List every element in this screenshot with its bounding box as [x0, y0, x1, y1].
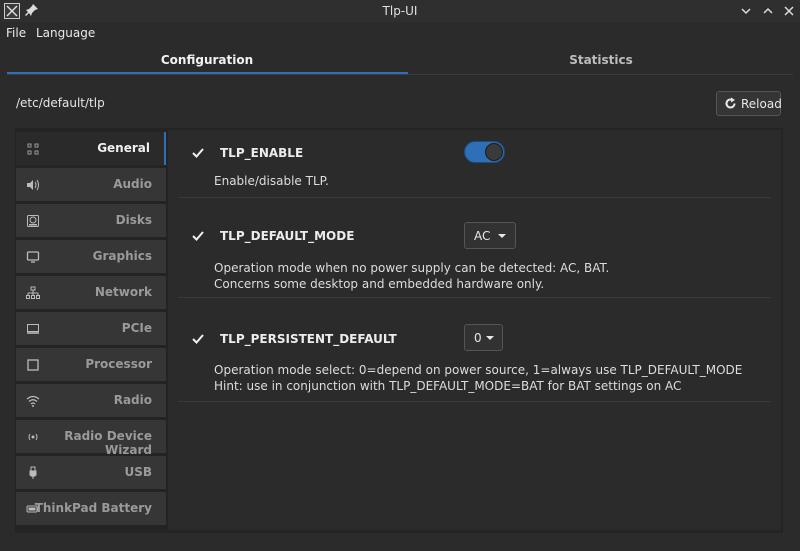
reload-icon	[725, 97, 736, 109]
sidebar-item-label: Disks	[115, 213, 152, 227]
sidebar-item-label: Audio	[113, 177, 152, 191]
setting-row-tlp-enable: TLP_ENABLE Enable/disable TLP.	[178, 130, 771, 198]
select-value: 0	[474, 331, 482, 345]
sidebar-item-general[interactable]: General	[16, 132, 166, 165]
sidebar-item-graphics[interactable]: Graphics	[16, 240, 166, 273]
description-line: Operation mode select: 0=depend on power…	[214, 363, 743, 377]
wifi-icon	[26, 395, 40, 407]
sidebar: General Audio Disks Graphics Network PCI…	[16, 130, 166, 530]
default-mode-select[interactable]: AC	[464, 222, 516, 249]
sidebar-item-label: Network	[94, 285, 152, 299]
sidebar-item-radio[interactable]: Radio	[16, 384, 166, 417]
sidebar-item-processor[interactable]: Processor	[16, 348, 166, 381]
setting-name: TLP_DEFAULT_MODE	[220, 229, 355, 243]
network-icon	[26, 286, 40, 299]
setting-description: Operation mode when no power supply can …	[214, 260, 609, 292]
sidebar-item-pcie[interactable]: PCIe	[16, 312, 166, 345]
setting-name: TLP_PERSISTENT_DEFAULT	[220, 332, 397, 346]
setting-description: Enable/disable TLP.	[214, 173, 329, 189]
toggle-knob	[485, 143, 503, 161]
cpu-icon	[27, 359, 39, 371]
persistent-default-checkbox[interactable]	[191, 332, 205, 346]
menu-file[interactable]: File	[6, 26, 26, 40]
default-mode-checkbox[interactable]	[191, 229, 205, 243]
sidebar-item-label: Radio Device Wizard	[64, 429, 152, 457]
close-icon[interactable]	[781, 3, 797, 19]
description-line: Operation mode when no power supply can …	[214, 261, 610, 275]
sidebar-item-label: PCIe	[121, 321, 152, 335]
main-tabs: Configuration Statistics	[7, 46, 793, 75]
setting-name: TLP_ENABLE	[220, 146, 304, 160]
setting-description: Operation mode select: 0=depend on power…	[214, 362, 742, 394]
sidebar-item-radio-device-wizard[interactable]: Radio Device Wizard	[16, 420, 166, 457]
sidebar-item-label: Processor	[85, 357, 152, 371]
grid-icon	[27, 143, 39, 155]
setting-row-tlp-default-mode: TLP_DEFAULT_MODE AC Operation mode when …	[178, 198, 771, 298]
chevron-down-icon[interactable]	[738, 3, 754, 19]
tab-statistics[interactable]: Statistics	[401, 46, 800, 75]
reload-button[interactable]: Reload	[716, 91, 782, 116]
description-line: Enable/disable TLP.	[214, 174, 329, 188]
description-line: Concerns some desktop and embedded hardw…	[214, 277, 545, 291]
chevron-down-icon	[498, 234, 506, 238]
sidebar-item-label: Radio	[113, 393, 152, 407]
sidebar-item-label: General	[97, 141, 150, 155]
sidebar-item-label: USB	[124, 465, 152, 479]
title-bar: Tlp-UI	[0, 0, 800, 22]
setting-row-tlp-persistent-default: TLP_PERSISTENT_DEFAULT 0 Operation mode …	[178, 298, 771, 402]
chevron-down-icon	[486, 336, 494, 340]
speaker-icon	[27, 179, 39, 191]
tlp-enable-toggle[interactable]	[464, 141, 505, 163]
card-icon	[27, 324, 39, 334]
select-value: AC	[474, 229, 491, 243]
sidebar-item-disks[interactable]: Disks	[16, 204, 166, 237]
config-path: /etc/default/tlp	[16, 96, 105, 110]
monitor-icon	[26, 251, 40, 263]
menu-bar: File Language	[0, 22, 800, 44]
sidebar-item-usb[interactable]: USB	[16, 456, 166, 489]
reload-label: Reload	[741, 97, 782, 111]
enable-checkbox[interactable]	[191, 146, 205, 160]
settings-content: TLP_ENABLE Enable/disable TLP. TLP_DEFAU…	[168, 130, 781, 530]
description-line: Hint: use in conjunction with TLP_DEFAUL…	[214, 379, 682, 393]
usb-icon	[29, 466, 37, 479]
sidebar-item-audio[interactable]: Audio	[16, 168, 166, 201]
sidebar-item-label: ThinkPad Battery	[34, 501, 152, 515]
window-title: Tlp-UI	[382, 4, 418, 18]
sidebar-item-label: Graphics	[92, 249, 152, 263]
sidebar-item-network[interactable]: Network	[16, 276, 166, 309]
chevron-up-icon[interactable]	[760, 3, 776, 19]
tabs-divider	[7, 74, 793, 75]
persistent-default-select[interactable]: 0	[464, 324, 503, 351]
disk-icon	[27, 215, 39, 227]
tab-configuration[interactable]: Configuration	[7, 46, 407, 75]
sidebar-item-thinkpad-battery[interactable]: ThinkPad Battery	[16, 492, 166, 525]
menu-language[interactable]: Language	[36, 26, 95, 40]
